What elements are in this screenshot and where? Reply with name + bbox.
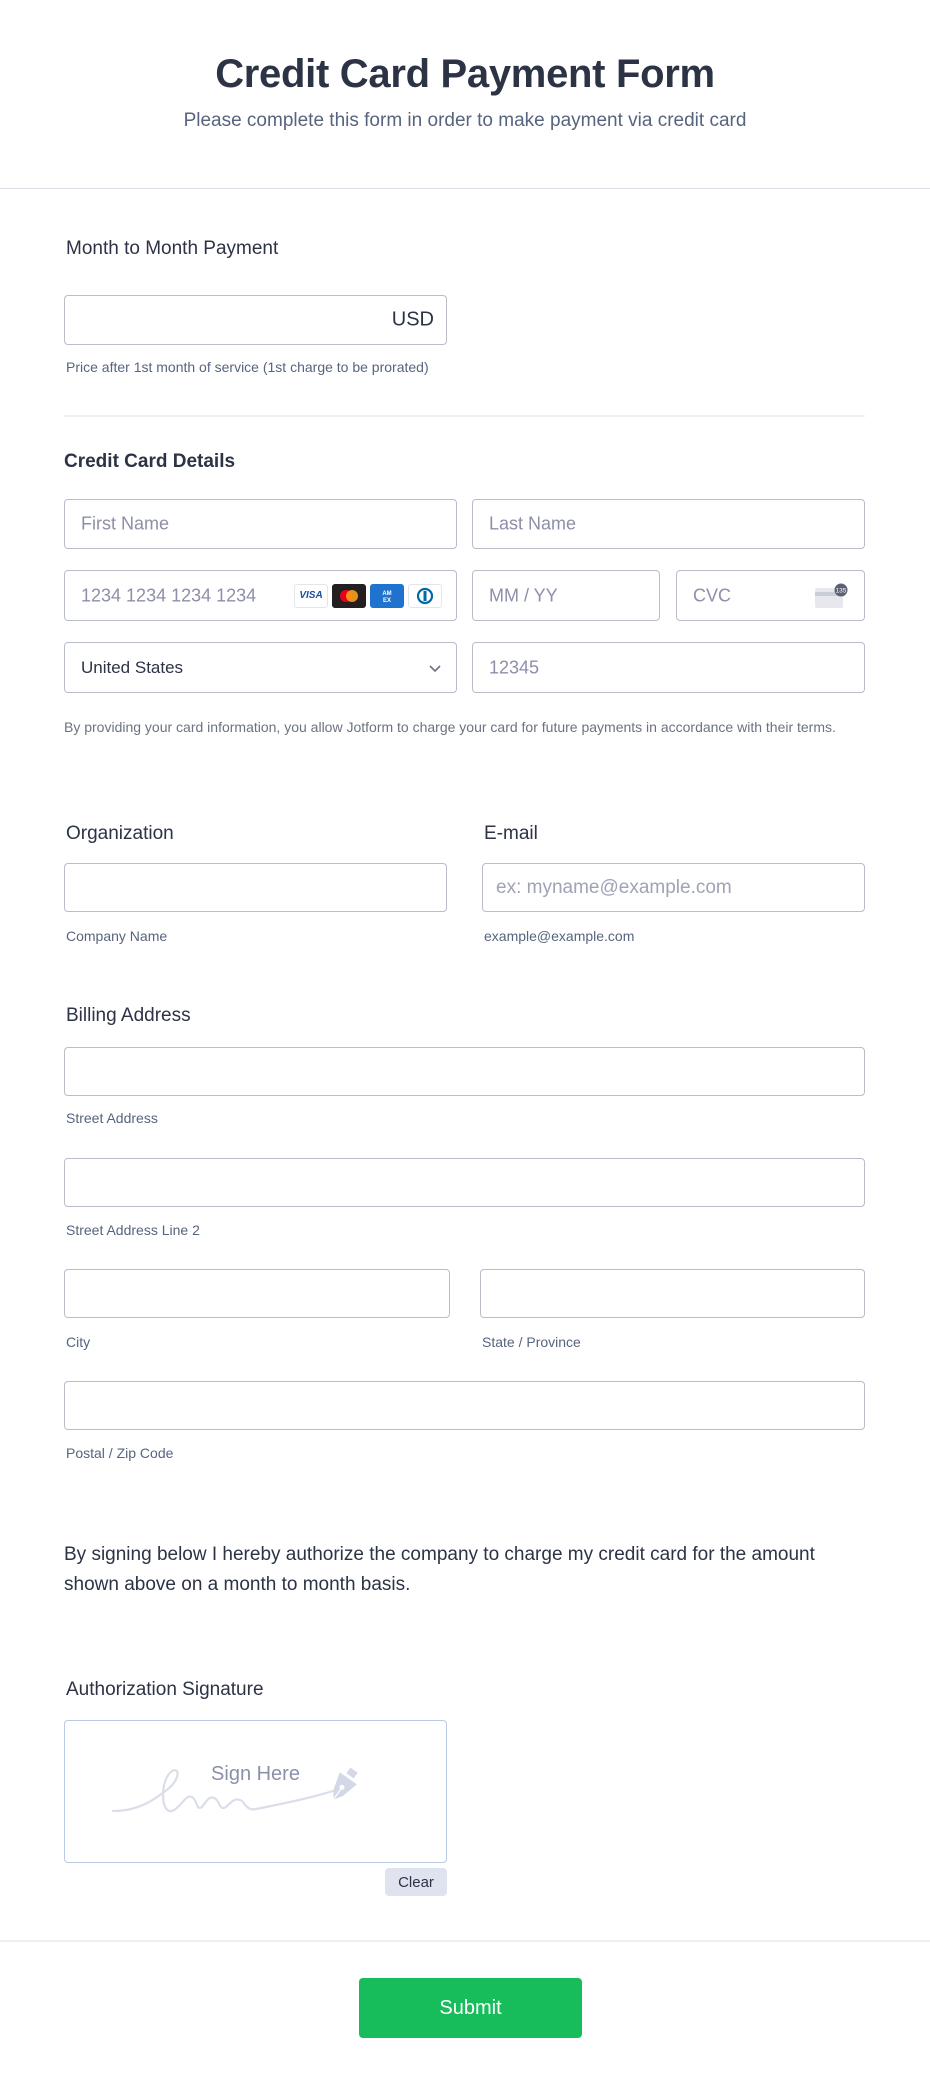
visa-icon: VISA — [294, 583, 328, 608]
mastercard-icon — [332, 583, 366, 608]
signature-pad[interactable]: Sign Here — [64, 1720, 447, 1863]
country-select[interactable]: United States — [64, 642, 457, 693]
footer-divider — [0, 1940, 930, 1942]
page-title: Credit Card Payment Form — [215, 52, 715, 96]
cvc-input[interactable]: CVC 135 — [676, 570, 865, 621]
email-input[interactable]: ex: myname@example.com — [482, 863, 865, 912]
card-disclaimer: By providing your card information, you … — [64, 719, 836, 735]
credit-card-title: Credit Card Details — [64, 451, 236, 472]
clear-signature-button[interactable]: Clear — [385, 1868, 447, 1896]
submit-button[interactable]: Submit — [359, 1978, 582, 2038]
expiry-input[interactable]: MM / YY — [472, 570, 660, 621]
email-label: E-mail — [484, 823, 538, 844]
payment-amount-input[interactable]: USD — [64, 295, 447, 345]
signature-scribble-icon — [111, 1767, 358, 1813]
card-zip-placeholder: 12345 — [489, 657, 540, 677]
city-helper: City — [66, 1334, 91, 1350]
city-input[interactable] — [64, 1269, 450, 1318]
street-address-input[interactable] — [64, 1047, 865, 1096]
card-number-placeholder: 1234 1234 1234 1234 — [81, 585, 257, 605]
expiry-placeholder: MM / YY — [489, 585, 558, 605]
amex-icon: AM EX — [370, 583, 404, 608]
billing-label: Billing Address — [66, 1005, 191, 1026]
first-name-input[interactable]: First Name — [64, 499, 457, 549]
section-divider — [64, 415, 865, 417]
organization-label: Organization — [66, 823, 174, 844]
organization-input[interactable] — [64, 863, 447, 912]
country-value: United States — [81, 657, 184, 677]
payment-helper: Price after 1st month of service (1st ch… — [66, 359, 429, 375]
diners-club-icon — [408, 583, 442, 608]
authorization-text: By signing below I hereby authorize the … — [64, 1544, 815, 1595]
last-name-placeholder: Last Name — [489, 513, 577, 534]
state-helper: State / Province — [482, 1334, 581, 1350]
last-name-input[interactable]: Last Name — [472, 499, 865, 549]
svg-text:EX: EX — [383, 598, 391, 604]
card-zip-input[interactable]: 12345 — [472, 642, 865, 693]
card-brands: VISA AM EX — [294, 583, 442, 608]
pen-nib-icon — [332, 1767, 358, 1800]
postal-code-input[interactable] — [64, 1381, 865, 1430]
svg-text:AM: AM — [382, 591, 391, 597]
first-name-placeholder: First Name — [81, 513, 170, 534]
organization-helper: Company Name — [66, 928, 168, 944]
page-subtitle: Please complete this form in order to ma… — [183, 110, 747, 131]
signature-label: Authorization Signature — [66, 1679, 264, 1700]
email-placeholder: ex: myname@example.com — [496, 876, 732, 898]
cvc-card-icon: 135 — [814, 583, 848, 614]
currency-label: USD — [391, 308, 434, 331]
svg-text:135: 135 — [836, 588, 847, 595]
card-number-input[interactable]: 1234 1234 1234 1234 VISA AM EX — [64, 570, 457, 621]
payment-label: Month to Month Payment — [66, 238, 279, 259]
chevron-down-icon — [429, 664, 441, 672]
street-address-line2-input[interactable] — [64, 1158, 865, 1207]
email-helper: example@example.com — [484, 928, 635, 944]
street-address-line2-helper: Street Address Line 2 — [66, 1222, 200, 1238]
cvc-placeholder: CVC — [693, 585, 732, 605]
postal-code-helper: Postal / Zip Code — [66, 1445, 174, 1461]
form-header: Credit Card Payment Form Please complete… — [0, 0, 930, 189]
state-input[interactable] — [480, 1269, 865, 1318]
street-address-helper: Street Address — [66, 1110, 158, 1126]
